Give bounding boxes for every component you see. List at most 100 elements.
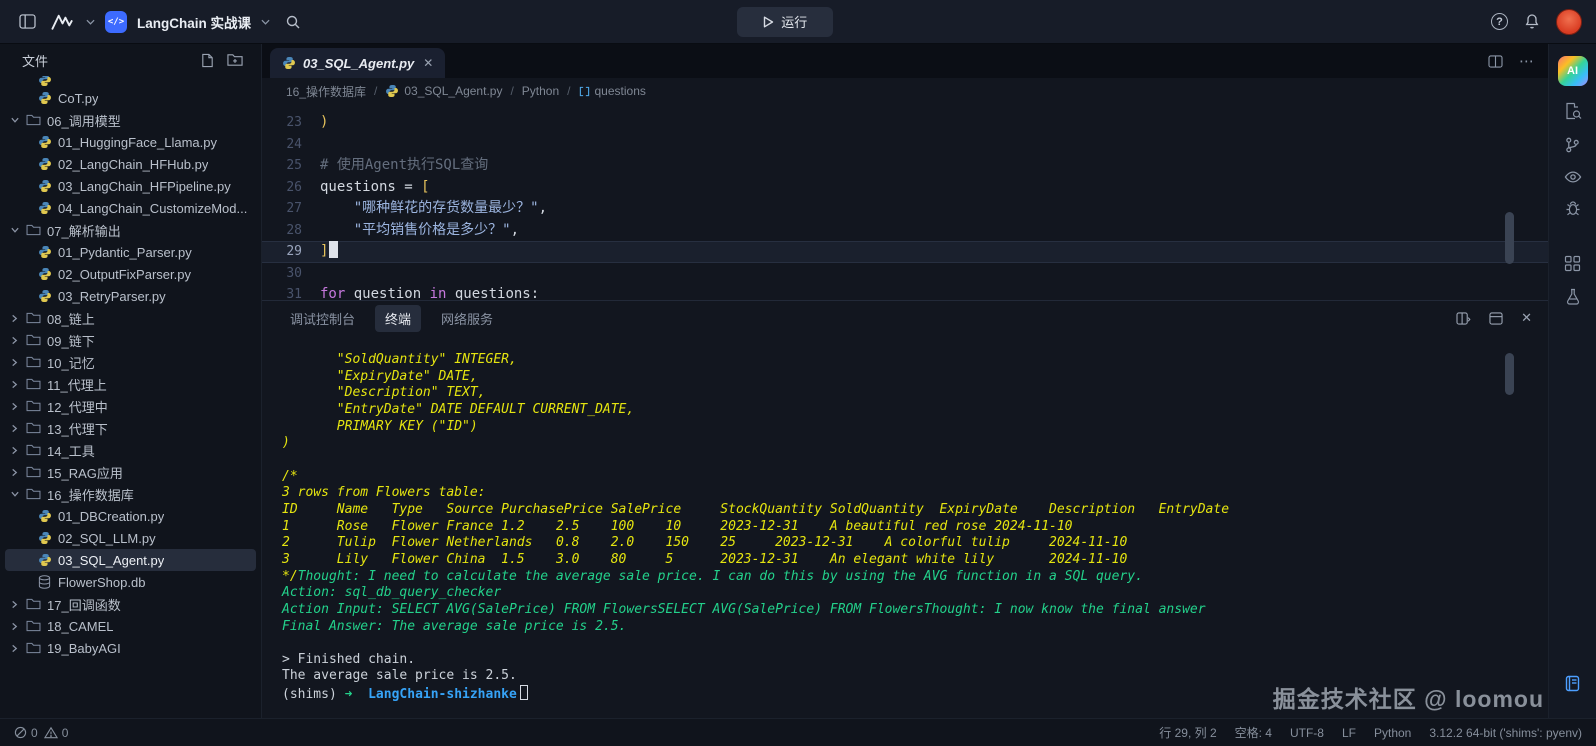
tree-folder-item[interactable]: 12_代理中 [0, 395, 261, 417]
line-number: 26 [262, 177, 320, 199]
tree-file-item[interactable]: FlowerShop.db [0, 571, 261, 593]
tree-item-label: 16_操作数据库 [47, 485, 134, 504]
search-icon[interactable] [280, 9, 306, 35]
tree-folder-item[interactable]: 10_记忆 [0, 351, 261, 373]
code-line[interactable]: 28 "平均销售价格是多少？", [262, 220, 1548, 242]
terminal-output[interactable]: "SoldQuantity" INTEGER, "ExpiryDate" DAT… [262, 335, 1548, 718]
encoding[interactable]: UTF-8 [1290, 726, 1324, 740]
warnings-indicator[interactable]: 0 [44, 726, 69, 740]
python-file-icon [37, 289, 52, 303]
tree-folder-item[interactable]: 18_CAMEL [0, 615, 261, 637]
project-name[interactable]: LangChain 实战课 [137, 12, 251, 32]
tree-file-item[interactable]: 02_SQL_LLM.py [0, 527, 261, 549]
bell-icon[interactable] [1524, 13, 1540, 30]
cursor-position[interactable]: 行 29, 列 2 [1159, 724, 1216, 741]
code-line[interactable]: 27 "哪种鲜花的存货数量最少？", [262, 198, 1548, 220]
new-folder-icon[interactable] [227, 53, 243, 68]
tree-item-label: 07_解析输出 [47, 221, 121, 240]
code-line[interactable]: 26questions = [ [262, 177, 1548, 199]
avatar[interactable] [1556, 9, 1582, 35]
notebook-icon[interactable] [1564, 675, 1581, 692]
tree-folder-item[interactable]: 17_回调函数 [0, 593, 261, 615]
tab-close-icon[interactable]: ✕ [423, 56, 433, 70]
tree-folder-item[interactable]: 07_解析输出 [0, 219, 261, 241]
chevron-icon [10, 424, 20, 433]
language-mode[interactable]: Python [1374, 726, 1411, 740]
bug-debug-icon[interactable] [1565, 200, 1581, 217]
tree-file-item[interactable]: CoT.py [0, 87, 261, 109]
tree-file-item[interactable]: 02_LangChain_HFHub.py [0, 153, 261, 175]
beaker-test-icon[interactable] [1565, 288, 1581, 305]
code-line[interactable]: 30 [262, 263, 1548, 285]
panel-tab[interactable]: 网络服务 [431, 305, 503, 332]
tree-folder-item[interactable]: 19_BabyAGI [0, 637, 261, 659]
tree-file-item[interactable]: 01_Pydantic_Parser.py [0, 241, 261, 263]
tree-folder-item[interactable]: 08_链上 [0, 307, 261, 329]
python-file-icon [37, 245, 52, 259]
panel-maximize-icon[interactable] [1489, 312, 1503, 325]
code-line[interactable]: 23) [262, 112, 1548, 134]
panel-tab[interactable]: 调试控制台 [280, 305, 365, 332]
tree-folder-item[interactable]: 06_调用模型 [0, 109, 261, 131]
tree-folder-item[interactable]: 14_工具 [0, 439, 261, 461]
code-line[interactable]: 31for question in questions: [262, 284, 1548, 300]
python-interpreter[interactable]: 3.12.2 64-bit ('shims': pyenv) [1429, 726, 1582, 740]
chevron-down-icon[interactable] [261, 19, 270, 25]
file-search-icon[interactable] [1564, 102, 1582, 120]
breadcrumb-item[interactable]: Python [522, 84, 559, 98]
eye-preview-icon[interactable] [1564, 170, 1582, 184]
line-number: 31 [262, 284, 320, 300]
breadcrumb-label: Python [522, 84, 559, 98]
tree-folder-item[interactable]: 16_操作数据库 [0, 483, 261, 505]
explorer-title: 文件 [22, 51, 200, 70]
tree-folder-item[interactable]: 09_链下 [0, 329, 261, 351]
tree-file-item[interactable]: 01_HuggingFace_Llama.py [0, 131, 261, 153]
chevron-icon [10, 336, 20, 345]
chevron-icon [10, 358, 20, 367]
editor-tab[interactable]: 03_SQL_Agent.py ✕ [270, 48, 445, 78]
tree-folder-item[interactable]: 15_RAG应用 [0, 461, 261, 483]
breadcrumb-item[interactable]: 16_操作数据库 [286, 83, 366, 100]
new-file-icon[interactable] [200, 53, 215, 68]
help-icon[interactable]: ? [1491, 13, 1508, 30]
tree-file-item[interactable]: 03_RetryParser.py [0, 285, 261, 307]
code-lines: 23)2425# 使用Agent执行SQL查询26questions = [27… [262, 112, 1548, 300]
chevron-down-icon[interactable] [86, 19, 95, 25]
breadcrumb-item[interactable]: 03_SQL_Agent.py [385, 84, 502, 98]
tree-file-item[interactable]: 02_OutputFixParser.py [0, 263, 261, 285]
panel-layout-icon[interactable] [1456, 312, 1471, 325]
sidebar-toggle-icon[interactable] [14, 9, 40, 35]
ai-assistant-icon[interactable]: AI [1558, 56, 1588, 86]
split-editor-icon[interactable] [1488, 55, 1503, 68]
editor-scrollbar[interactable] [1505, 212, 1514, 264]
errors-indicator[interactable]: 0 [14, 726, 38, 740]
code-editor[interactable]: 23)2425# 使用Agent执行SQL查询26questions = [27… [262, 104, 1548, 300]
code-line[interactable]: 29] [262, 241, 1548, 263]
tree-file-item[interactable]: 04_LangChain_CustomizeMod... [0, 197, 261, 219]
tree-file-item[interactable] [0, 76, 261, 87]
editor-tabstrip: 03_SQL_Agent.py ✕ ⋯ [262, 44, 1548, 78]
topbar-right: ? [1491, 9, 1582, 35]
folder-icon [26, 378, 41, 390]
eol-setting[interactable]: LF [1342, 726, 1356, 740]
code-line[interactable]: 24 [262, 134, 1548, 156]
indent-setting[interactable]: 空格: 4 [1235, 724, 1272, 741]
extensions-icon[interactable] [1564, 255, 1581, 272]
tree-file-item[interactable]: 01_DBCreation.py [0, 505, 261, 527]
tree-file-item[interactable]: 03_SQL_Agent.py [5, 549, 256, 571]
chevron-icon [11, 225, 20, 235]
tree-folder-item[interactable]: 13_代理下 [0, 417, 261, 439]
panel-close-icon[interactable]: ✕ [1521, 310, 1532, 326]
breadcrumb-item[interactable]: questions [579, 84, 646, 98]
tree-item-label: 02_SQL_LLM.py [58, 531, 156, 546]
git-branch-icon[interactable] [1564, 136, 1581, 154]
run-button[interactable]: 运行 [737, 7, 833, 37]
tree-file-item[interactable]: 03_LangChain_HFPipeline.py [0, 175, 261, 197]
main-area: 文件 CoT.py06_调用模型01_HuggingFace_Llama.py0… [0, 44, 1596, 718]
code-line[interactable]: 25# 使用Agent执行SQL查询 [262, 155, 1548, 177]
tree-folder-item[interactable]: 11_代理上 [0, 373, 261, 395]
app-logo-icon[interactable] [50, 9, 76, 35]
panel-tab[interactable]: 终端 [375, 305, 421, 332]
terminal-scrollbar[interactable] [1505, 353, 1514, 395]
more-actions-icon[interactable]: ⋯ [1519, 52, 1534, 70]
